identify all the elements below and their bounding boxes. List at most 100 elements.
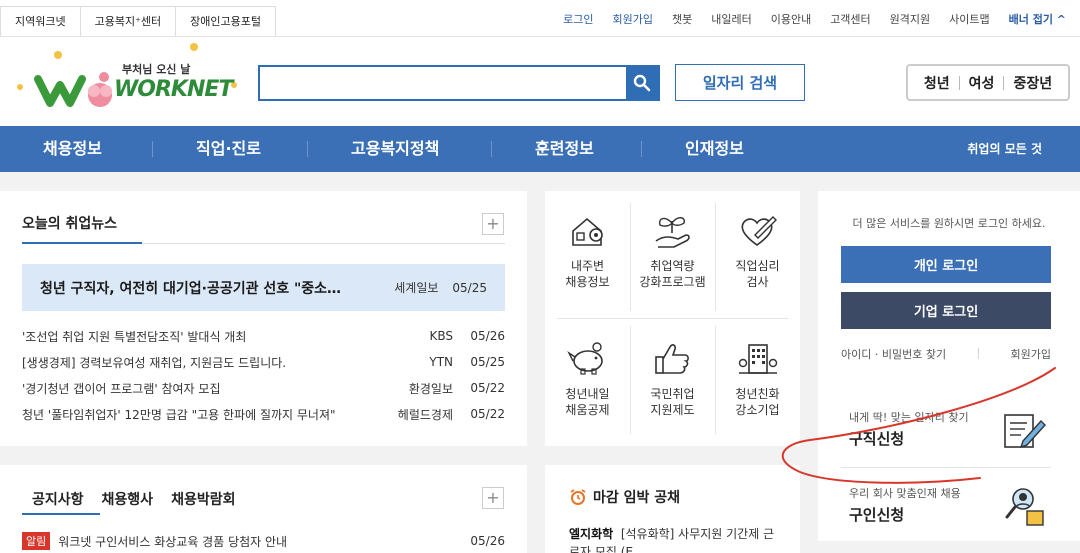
target-middle-aged[interactable]: 중장년 (1013, 73, 1052, 93)
worknet-logo[interactable]: 부처님 오신 날 WORKNET (14, 41, 244, 113)
target-women[interactable]: 여성 (969, 73, 995, 93)
news-title: '경기청년 갭이어 프로그램' 참여자 모집 (22, 381, 221, 396)
tab-disabled-employment-portal[interactable]: 장애인고용포털 (175, 6, 276, 36)
quick-label: 직업심리 검사 (735, 259, 780, 289)
header: 부처님 오신 날 WORKNET 일자리 검색 청년 여성 중장년 (0, 37, 1080, 126)
newsletter-link[interactable]: 내일레터 (711, 11, 751, 27)
divider (142, 243, 505, 244)
divider (641, 141, 642, 157)
sitemap-link[interactable]: 사이트맵 (949, 11, 989, 27)
tab-job-fair[interactable]: 채용박람회 (171, 489, 235, 509)
banner-toggle-button[interactable]: 배너 접기 ^ (1009, 11, 1066, 27)
headline-source: 세계일보 (394, 281, 439, 295)
list-item[interactable]: 청년 '풀타임취업자' 12만명 급감 "고용 한파에 질까지 무너져" 헤럴드… (22, 401, 505, 427)
quick-vocational-test[interactable]: 직업심리 검사 (715, 191, 800, 311)
login-panel: 더 많은 서비스를 원하시면 로그인 하세요. 개인 로그인 기업 로그인 아이… (818, 191, 1080, 541)
search-input[interactable] (260, 67, 628, 99)
notice-tabs: 공지사항 채용행사 채용박람회 (32, 489, 235, 509)
news-more-button[interactable]: + (482, 213, 504, 235)
news-date: 05/22 (470, 407, 505, 421)
nav-welfare-policy[interactable]: 고용복지정책 (351, 126, 439, 172)
customer-center-link[interactable]: 고객센터 (830, 11, 870, 27)
list-item[interactable]: 알림 워크넷 구인서비스 화상교육 경품 당첨자 안내 05/26 (22, 532, 505, 550)
recruitment-service[interactable]: 우리 회사 맞춤인재 채용 구인신청 (841, 485, 1051, 553)
target-youth[interactable]: 청년 (924, 73, 950, 93)
quick-youth-friendly-companies[interactable]: 청년친화 강소기업 (715, 319, 800, 439)
company-login-button[interactable]: 기업 로그인 (841, 292, 1051, 329)
nav-training[interactable]: 훈련정보 (535, 126, 594, 172)
nav-career[interactable]: 직업·진로 (196, 126, 261, 172)
divider (1003, 75, 1005, 90)
alarm-clock-icon (570, 489, 586, 505)
quick-label: 내주변 채용정보 (565, 259, 610, 289)
news-list: '조선업 취업 지원 특별전담조직' 발대식 개최 KBS 05/26 [생생경… (22, 323, 505, 427)
divider (841, 467, 1051, 468)
headline-text: 청년 구직자, 여전히 대기업·공공기관 선호 "중소… (40, 280, 342, 297)
join-link[interactable]: 회원가입 (1011, 346, 1051, 362)
nav-job-info[interactable]: 채용정보 (43, 126, 102, 172)
tab-notice[interactable]: 공지사항 (32, 489, 84, 509)
top-utility-bar: 지역워크넷 고용복지⁺센터 장애인고용포털 로그인 회원가입 챗봇 내일레터 이… (0, 0, 1080, 37)
search-box (258, 65, 660, 101)
thumbs-up-icon (655, 344, 689, 374)
nav-all-about-jobs[interactable]: 취업의 모든 것 (967, 126, 1042, 172)
divider: | (976, 346, 981, 359)
quick-national-employment-support[interactable]: 국민취업 지원제도 (630, 319, 715, 439)
service-title: 구인신청 (849, 506, 905, 524)
guide-link[interactable]: 이용안내 (771, 11, 811, 27)
job-search-button[interactable]: 일자리 검색 (675, 64, 805, 101)
news-date: 05/26 (470, 329, 505, 343)
home-map-icon (572, 217, 603, 246)
login-link[interactable]: 로그인 (563, 11, 593, 27)
main-navigation: 채용정보 직업·진로 고용복지정책 훈련정보 인재정보 취업의 모든 것 (0, 126, 1080, 172)
quick-youth-savings[interactable]: 청년내일 채움공제 (545, 319, 630, 439)
personal-login-button[interactable]: 개인 로그인 (841, 246, 1051, 283)
news-title: [생생경제] 경력보유여성 재취업, 지원금도 드립니다. (22, 355, 287, 370)
piggy-bank-icon (567, 342, 603, 375)
tab-hiring-events[interactable]: 채용행사 (102, 489, 154, 509)
news-date: 05/22 (470, 381, 505, 395)
quick-employability-program[interactable]: 취업역량 강화프로그램 (630, 191, 715, 311)
news-title: 청년 '풀타임취업자' 12만명 급감 "고용 한파에 질까지 무너져" (22, 407, 336, 422)
news-title: '조선업 취업 지원 특별전담조직' 발대식 개최 (22, 329, 247, 344)
nav-talent[interactable]: 인재정보 (685, 126, 744, 172)
quick-label: 국민취업 지원제도 (650, 387, 695, 417)
deadline-item[interactable]: 엘지화학 [석유화학] 사무지원 기간제 근로자 모집 (E… (569, 525, 784, 553)
deadline-company: 엘지화학 (569, 527, 614, 541)
list-item[interactable]: [생생경제] 경력보유여성 재취업, 지원금도 드립니다. YTN 05/25 (22, 349, 505, 375)
target-group-selector: 청년 여성 중장년 (906, 64, 1070, 101)
quick-label: 취업역량 강화프로그램 (639, 259, 706, 289)
search-button[interactable] (626, 67, 658, 99)
application-form-icon (1004, 414, 1046, 449)
quick-service-grid: 내주변 채용정보 취업역량 강화프로그램 직업심리 검사 청년내일 채움공제 국… (545, 191, 800, 446)
notice-more-button[interactable]: + (482, 487, 504, 509)
search-icon (633, 74, 651, 92)
utility-links: 로그인 회원가입 챗봇 내일레터 이용안내 고객센터 원격지원 사이트맵 배너 … (563, 0, 1066, 37)
tab-employment-welfare-center[interactable]: 고용복지⁺센터 (79, 6, 177, 36)
find-id-password-link[interactable]: 아이디 · 비밀번호 찾기 (841, 346, 946, 362)
quick-label: 청년친화 강소기업 (735, 387, 780, 417)
news-source: YTN (429, 355, 453, 369)
deadline-title: 마감 임박 공채 (569, 487, 680, 507)
list-item[interactable]: '경기청년 갭이어 프로그램' 참여자 모집 환경일보 05/22 (22, 375, 505, 401)
service-subtitle: 우리 회사 맞춤인재 채용 (849, 487, 961, 500)
quick-service-panel: 내주변 채용정보 취업역량 강화프로그램 직업심리 검사 청년내일 채움공제 국… (545, 191, 800, 446)
logo-text: WORKNET (114, 77, 233, 102)
news-headline[interactable]: 청년 구직자, 여전히 대기업·공공기관 선호 "중소… 세계일보 05/25 (22, 264, 505, 311)
quick-label: 청년내일 채움공제 (565, 387, 610, 417)
active-tab-underline (22, 242, 142, 244)
tab-regional-worknet[interactable]: 지역워크넷 (0, 6, 81, 36)
quick-nearby-jobs[interactable]: 내주변 채용정보 (545, 191, 630, 311)
logo-slogan: 부처님 오신 날 (122, 63, 191, 76)
service-title: 구직신청 (849, 430, 905, 448)
remote-support-link[interactable]: 원격지원 (890, 11, 930, 27)
news-section-title[interactable]: 오늘의 취업뉴스 (22, 213, 117, 237)
notice-date: 05/26 (470, 534, 505, 548)
list-item[interactable]: '조선업 취업 지원 특별전담조직' 발대식 개최 KBS 05/26 (22, 323, 505, 349)
headline-date: 05/25 (452, 280, 487, 295)
login-links: 아이디 · 비밀번호 찾기 | 회원가입 (841, 346, 1051, 362)
signup-link[interactable]: 회원가입 (612, 11, 652, 27)
chatbot-link[interactable]: 챗봇 (672, 11, 692, 27)
divider (307, 141, 308, 157)
job-application-service[interactable]: 내게 딱! 맞는 일자리 찾기 구직신청 (841, 409, 1051, 479)
